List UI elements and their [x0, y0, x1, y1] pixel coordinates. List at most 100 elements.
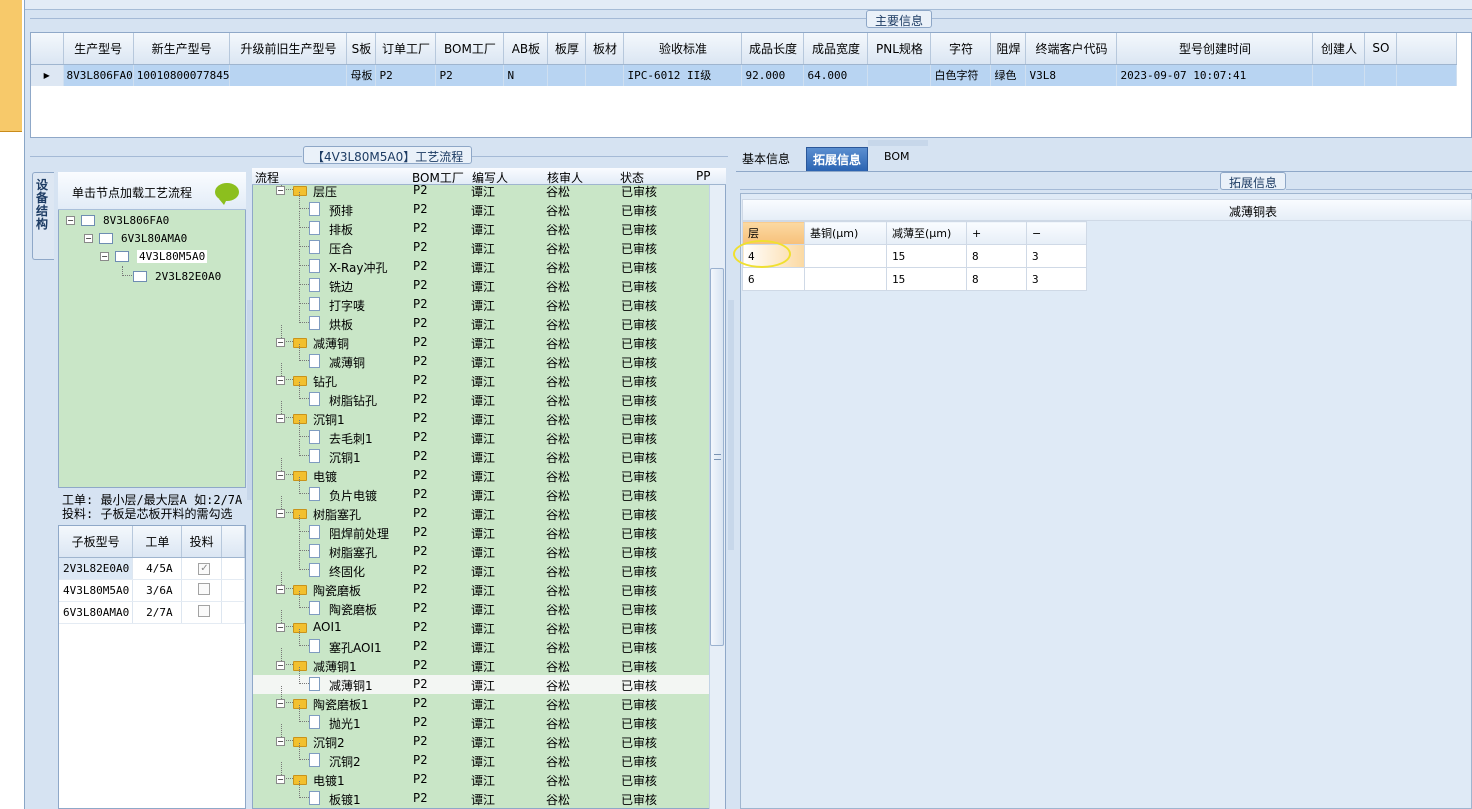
- main-cell-4[interactable]: P2: [375, 64, 437, 86]
- col-main-10[interactable]: 成品长度: [741, 33, 805, 65]
- sub-order[interactable]: 2/7A: [132, 601, 183, 624]
- flow-row[interactable]: − 减薄铜 P2 谭江 谷松 已审核: [253, 325, 710, 352]
- flow-row[interactable]: − 树脂塞孔 P2 谭江 谷松 已审核: [253, 496, 710, 523]
- col-main-4[interactable]: 订单工厂: [375, 33, 437, 65]
- flow-row[interactable]: 树脂钻孔 P2 谭江 谷松 已审核: [253, 382, 710, 409]
- col-main-18[interactable]: SO: [1364, 33, 1398, 65]
- col-feed[interactable]: 投料: [181, 526, 222, 558]
- collapse-toggle[interactable]: −: [276, 585, 285, 594]
- tab-bom[interactable]: BOM: [878, 147, 916, 171]
- main-info-grid[interactable]: 生产型号 新生产型号 升级前旧生产型号 S板 订单工厂 BOM工厂 AB板 板厚 板材 验收标准成…: [30, 32, 1472, 138]
- collapse-toggle[interactable]: −: [276, 661, 285, 670]
- flow-row[interactable]: − AOI1 P2 谭江 谷松 已审核: [253, 610, 710, 637]
- main-cell-8[interactable]: [585, 64, 625, 86]
- main-cell-15[interactable]: V3L8: [1025, 64, 1118, 86]
- col-copper-2[interactable]: 减薄至(μm): [886, 221, 967, 245]
- flow-row[interactable]: 烘板 P2 谭江 谷松 已审核: [253, 306, 710, 333]
- vertical-tab-structure[interactable]: 设备结构: [32, 172, 54, 260]
- col-main-8[interactable]: 板材: [585, 33, 625, 65]
- table-row[interactable]: 4V3L80M5A0 3/6A: [59, 579, 246, 602]
- sub-order[interactable]: 4/5A: [132, 557, 183, 580]
- tab-basic-info[interactable]: 基本信息: [736, 147, 796, 171]
- sub-board-grid[interactable]: 子板型号 工单 投料 2V3L82E0A0 4/5A ✓ 4V3L80M5A0 3/6A…: [58, 525, 246, 809]
- col-sub-model[interactable]: 子板型号: [59, 526, 134, 558]
- flow-row[interactable]: 预排 P2 谭江 谷松 已审核: [253, 192, 710, 219]
- flow-row[interactable]: 陶瓷磨板 P2 谭江 谷松 已审核: [253, 591, 710, 618]
- collapse-toggle[interactable]: −: [276, 338, 285, 347]
- tab-extended-info[interactable]: 拓展信息: [806, 147, 869, 171]
- main-cell-12[interactable]: [867, 64, 932, 86]
- flow-row[interactable]: − 减薄铜1 P2 谭江 谷松 已审核: [253, 648, 710, 675]
- flow-row[interactable]: 塞孔AOI1 P2 谭江 谷松 已审核: [253, 629, 710, 656]
- col-main-5[interactable]: BOM工厂: [435, 33, 505, 65]
- main-cell-18[interactable]: [1364, 64, 1398, 86]
- main-cell-5[interactable]: P2: [435, 64, 505, 86]
- collapse-toggle[interactable]: −: [276, 471, 285, 480]
- collapse-toggle[interactable]: −: [276, 186, 285, 195]
- collapse-toggle[interactable]: −: [276, 509, 285, 518]
- flow-row[interactable]: X-Ray冲孔 P2 谭江 谷松 已审核: [253, 249, 710, 276]
- copper-cell[interactable]: 3: [1026, 244, 1087, 268]
- col-copper-3[interactable]: +: [966, 221, 1027, 245]
- tree-toggle[interactable]: −: [66, 216, 75, 225]
- flow-row[interactable]: 沉铜1 P2 谭江 谷松 已审核: [253, 439, 710, 466]
- collapse-toggle[interactable]: −: [276, 775, 285, 784]
- horizontal-splitter[interactable]: [868, 140, 928, 146]
- table-row[interactable]: 6V3L80AMA0 2/7A: [59, 601, 246, 624]
- col-pp[interactable]: PP: [696, 169, 710, 183]
- table-row[interactable]: 4 15 8 3: [742, 244, 1087, 268]
- collapse-toggle[interactable]: −: [276, 699, 285, 708]
- flow-row[interactable]: 阻焊前处理 P2 谭江 谷松 已审核: [253, 515, 710, 542]
- flow-row[interactable]: 减薄铜 P2 谭江 谷松 已审核: [253, 344, 710, 371]
- flow-row[interactable]: − 陶瓷磨板 P2 谭江 谷松 已审核: [253, 572, 710, 599]
- tree-node[interactable]: 8V3L806FA0: [103, 214, 169, 227]
- col-bom-factory[interactable]: BOM工厂: [412, 169, 464, 186]
- main-cell-6[interactable]: N: [503, 64, 549, 86]
- flow-row[interactable]: 抛光1 P2 谭江 谷松 已审核: [253, 705, 710, 732]
- flow-row[interactable]: 压合 P2 谭江 谷松 已审核: [253, 230, 710, 257]
- main-cell-16[interactable]: 2023-09-07 10:07:41: [1116, 64, 1314, 86]
- table-row[interactable]: 2V3L82E0A0 4/5A ✓: [59, 557, 246, 580]
- flow-row[interactable]: 负片电镀 P2 谭江 谷松 已审核: [253, 477, 710, 504]
- tree-node[interactable]: 6V3L80AMA0: [121, 232, 187, 245]
- flow-row[interactable]: 板镀1 P2 谭江 谷松 已审核: [253, 781, 710, 808]
- collapse-toggle[interactable]: −: [276, 737, 285, 746]
- main-cell-17[interactable]: [1312, 64, 1366, 86]
- thin-copper-table[interactable]: 层基铜(μm) 减薄至(μm) + −4 15 8 3 6 15 8 3: [742, 221, 1087, 291]
- col-status[interactable]: 状态: [620, 169, 644, 186]
- col-main-14[interactable]: 阻焊: [990, 33, 1027, 65]
- main-cell-14[interactable]: 绿色: [990, 64, 1027, 86]
- col-main-15[interactable]: 终端客户代码: [1025, 33, 1118, 65]
- flow-row[interactable]: 沉铜2 P2 谭江 谷松 已审核: [253, 743, 710, 770]
- col-order[interactable]: 工单: [132, 526, 183, 558]
- main-cell-10[interactable]: 92.000: [741, 64, 805, 86]
- copper-cell[interactable]: 8: [966, 267, 1027, 291]
- flow-row[interactable]: − 陶瓷磨板1 P2 谭江 谷松 已审核: [253, 686, 710, 713]
- flow-row[interactable]: − 沉铜1 P2 谭江 谷松 已审核: [253, 401, 710, 428]
- flow-scroll-thumb[interactable]: [710, 268, 724, 646]
- col-main-11[interactable]: 成品宽度: [803, 33, 869, 65]
- flow-row[interactable]: − 电镀1 P2 谭江 谷松 已审核: [253, 762, 710, 789]
- col-writer[interactable]: 编写人: [472, 169, 508, 186]
- flow-row[interactable]: 排板 P2 谭江 谷松 已审核: [253, 211, 710, 238]
- main-cell-9[interactable]: IPC-6012 II级: [623, 64, 743, 86]
- col-copper-1[interactable]: 基铜(μm): [804, 221, 887, 245]
- col-reviewer[interactable]: 核审人: [547, 169, 583, 186]
- copper-cell[interactable]: [804, 267, 887, 291]
- table-row[interactable]: 6 15 8 3: [742, 267, 1087, 291]
- col-main-17[interactable]: 创建人: [1312, 33, 1366, 65]
- main-cell-3[interactable]: 母板: [346, 64, 377, 86]
- middle-splitter[interactable]: [728, 300, 734, 550]
- col-main-9[interactable]: 验收标准: [623, 33, 743, 65]
- col-main-6[interactable]: AB板: [503, 33, 549, 65]
- main-cell-2[interactable]: [229, 64, 348, 86]
- feed-checkbox[interactable]: ✓: [198, 563, 211, 575]
- main-cell-13[interactable]: 白色字符: [930, 64, 992, 86]
- col-main-1[interactable]: 新生产型号: [133, 33, 231, 65]
- col-main-0[interactable]: 生产型号: [63, 33, 134, 65]
- main-cell-0[interactable]: 8V3L806FA0: [63, 64, 134, 86]
- col-main-16[interactable]: 型号创建时间: [1116, 33, 1314, 65]
- flow-row[interactable]: 铣边 P2 谭江 谷松 已审核: [253, 268, 710, 295]
- col-flow[interactable]: 流程: [255, 169, 279, 186]
- sub-model[interactable]: 2V3L82E0A0: [59, 557, 134, 580]
